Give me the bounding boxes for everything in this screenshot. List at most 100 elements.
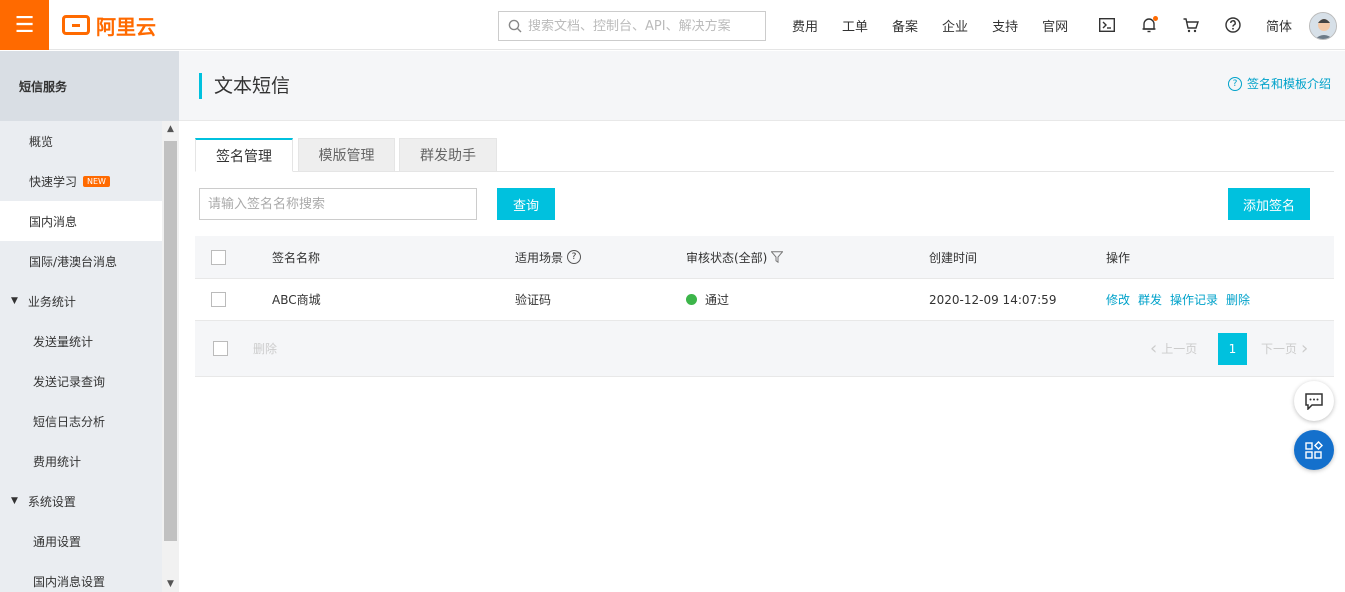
scroll-up-icon[interactable]: ▲: [162, 121, 179, 137]
scroll-down-icon[interactable]: ▼: [162, 576, 179, 592]
top-bar: ☰ 阿里云 费用 工单 备案 企业 支持 官网: [0, 0, 1345, 50]
scroll-thumb[interactable]: [164, 141, 177, 541]
apps-icon: [1305, 441, 1323, 459]
avatar-icon: [1310, 13, 1336, 39]
aliyun-logo-icon: [62, 15, 90, 35]
header-name: 签名名称: [272, 250, 321, 265]
operation-log-link[interactable]: 操作记录: [1170, 291, 1218, 308]
add-signature-button[interactable]: 添加签名: [1228, 188, 1310, 220]
sidebar-item-label: 通用设置: [33, 534, 82, 549]
sidebar-item-label: 系统设置: [27, 494, 76, 509]
select-all-checkbox[interactable]: [211, 249, 226, 265]
apps-float-button[interactable]: [1294, 430, 1334, 470]
menu-icon: ☰: [14, 12, 35, 38]
select-all-cell: [211, 236, 226, 278]
sidebar-item-label: 发送量统计: [33, 334, 94, 349]
nav-support[interactable]: 支持: [980, 16, 1030, 35]
pager-prev-button[interactable]: ‹ 上一页: [1150, 338, 1197, 359]
nav-enterprise[interactable]: 企业: [930, 16, 980, 35]
nav-filing[interactable]: 备案: [880, 16, 930, 35]
sidebar-item-send-volume[interactable]: 发送量统计: [0, 321, 162, 361]
sidebar-item-log-analysis[interactable]: 短信日志分析: [0, 401, 162, 441]
chevron-right-icon: ›: [1301, 338, 1309, 359]
global-search[interactable]: [498, 11, 766, 41]
header-status[interactable]: 审核状态(全部): [686, 236, 784, 278]
sidebar-menu: 概览 快速学习 NEW 国内消息 国际/港澳台消息 ▼ 业务统计 发送量统计 发送记…: [0, 121, 162, 592]
status-label: 通过: [705, 293, 730, 307]
sidebar-item-domestic[interactable]: 国内消息: [0, 201, 162, 241]
sidebar-item-label: 概览: [29, 134, 54, 149]
sidebar-item-international[interactable]: 国际/港澳台消息: [0, 241, 162, 281]
batch-delete-button[interactable]: 删除: [253, 340, 277, 357]
cell-scene: 验证码: [515, 293, 552, 307]
tab-bulk-send-assistant[interactable]: 群发助手: [399, 138, 497, 172]
sidebar-item-label: 国内消息: [29, 214, 78, 229]
delete-link[interactable]: 删除: [1226, 291, 1250, 308]
sidebar-scrollbar[interactable]: ▲ ▼: [162, 121, 179, 592]
pager-prev-label: 上一页: [1161, 342, 1198, 356]
cart-icon: [1183, 17, 1199, 32]
tab-template-management[interactable]: 模版管理: [298, 138, 395, 172]
hamburger-menu-button[interactable]: ☰: [0, 0, 49, 50]
bulk-send-link[interactable]: 群发: [1138, 291, 1162, 308]
search-input[interactable]: [528, 18, 765, 34]
pager-next-button[interactable]: 下一页 ›: [1261, 338, 1308, 359]
help-button[interactable]: [1212, 0, 1254, 50]
cell-created: 2020-12-09 14:07:59: [929, 292, 1057, 307]
header-status-label: 审核状态(全部): [686, 250, 768, 265]
sidebar-group-system-settings[interactable]: ▼ 系统设置: [0, 481, 162, 521]
brand-logo[interactable]: 阿里云: [62, 13, 156, 39]
status-approved-dot: [686, 294, 697, 305]
question-circle-icon[interactable]: ?: [567, 250, 582, 264]
notification-dot: [1153, 16, 1158, 21]
top-nav: 费用 工单 备案 企业 支持 官网: [780, 0, 1080, 50]
table-header: 签名名称 适用场景? 审核状态(全部) 创建时间 操作: [195, 236, 1334, 278]
chat-float-button[interactable]: [1294, 381, 1334, 421]
sidebar-item-label: 快速学习: [29, 174, 78, 189]
cart-button[interactable]: [1170, 0, 1212, 50]
footer-delete-cell: 删除: [253, 321, 277, 376]
notifications-button[interactable]: [1128, 0, 1170, 50]
query-button[interactable]: 查询: [497, 188, 555, 220]
nav-official-site[interactable]: 官网: [1030, 16, 1080, 35]
page-title: 文本短信: [199, 73, 290, 99]
header-created: 创建时间: [929, 250, 978, 265]
row-checkbox[interactable]: [211, 292, 226, 307]
footer-select-checkbox[interactable]: [213, 341, 228, 356]
question-circle-icon: ?: [1227, 76, 1242, 91]
nav-fee[interactable]: 费用: [780, 16, 830, 35]
language-switch[interactable]: 简体: [1254, 16, 1304, 35]
pager-next-cell: 下一页 ›: [1261, 321, 1308, 376]
terminal-icon: [1099, 18, 1115, 32]
signature-template-help-link[interactable]: ? 签名和模板介绍: [1227, 75, 1331, 92]
user-avatar[interactable]: [1309, 12, 1337, 40]
header-scene-label: 适用场景: [515, 250, 564, 265]
sidebar-item-quick-learn[interactable]: 快速学习 NEW: [0, 161, 162, 201]
nav-ticket[interactable]: 工单: [830, 16, 880, 35]
sidebar-item-domestic-settings[interactable]: 国内消息设置: [0, 561, 162, 592]
sidebar-item-general-settings[interactable]: 通用设置: [0, 521, 162, 561]
sidebar-item-label: 国际/港澳台消息: [29, 254, 118, 269]
tab-signature-management[interactable]: 签名管理: [195, 138, 293, 172]
sidebar-item-send-records[interactable]: 发送记录查询: [0, 361, 162, 401]
sidebar-item-label: 发送记录查询: [33, 374, 106, 389]
sidebar-group-business-stats[interactable]: ▼ 业务统计: [0, 281, 162, 321]
help-link-label: 签名和模板介绍: [1246, 77, 1331, 91]
sidebar-item-label: 国内消息设置: [33, 574, 106, 589]
sidebar-title: 短信服务: [0, 51, 179, 121]
edit-link[interactable]: 修改: [1106, 291, 1130, 308]
chat-icon: [1305, 392, 1323, 410]
pager-next-label: 下一页: [1261, 342, 1298, 356]
new-badge: NEW: [83, 175, 110, 187]
terminal-button[interactable]: [1086, 0, 1128, 50]
table-row: ABC商城 验证码 通过 2020-12-09 14:07:59 修改 群发 操…: [195, 278, 1334, 321]
header-ops: 操作: [1106, 250, 1131, 265]
table-footer: 删除 ‹ 上一页 1 下一页 ›: [195, 321, 1334, 377]
pager-page-1[interactable]: 1: [1218, 332, 1247, 365]
filter-icon[interactable]: [771, 251, 784, 263]
sidebar-item-overview[interactable]: 概览: [0, 121, 162, 161]
search-icon: [508, 19, 522, 33]
cell-name: ABC商城: [272, 293, 321, 307]
signature-search-input[interactable]: [199, 188, 477, 220]
sidebar-item-fee-stats[interactable]: 费用统计: [0, 441, 162, 481]
